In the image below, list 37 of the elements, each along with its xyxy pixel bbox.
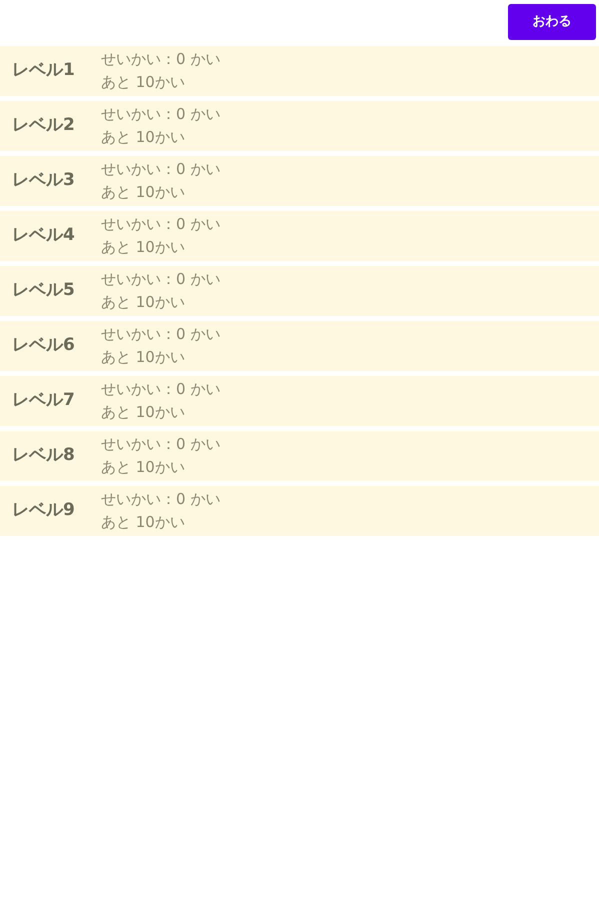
level-name: レベル9	[11, 499, 76, 522]
correct-count: せいかい：0 かい	[101, 104, 220, 125]
remaining-count: あと 10かい	[101, 72, 186, 93]
level-row[interactable]: レベル2 せいかい：0 かい あと 10かい	[0, 101, 599, 151]
level-row[interactable]: レベル1 せいかい：0 かい あと 10かい	[0, 46, 599, 96]
remaining-count: あと 10かい	[101, 512, 186, 533]
correct-count: せいかい：0 かい	[101, 489, 220, 510]
level-row[interactable]: レベル6 せいかい：0 かい あと 10かい	[0, 321, 599, 371]
level-name: レベル2	[11, 114, 76, 138]
level-name: レベル8	[11, 444, 76, 468]
level-name: レベル7	[11, 389, 76, 412]
level-row[interactable]: レベル4 せいかい：0 かい あと 10かい	[0, 211, 599, 261]
correct-count: せいかい：0 かい	[101, 214, 220, 235]
correct-count: せいかい：0 かい	[101, 379, 220, 400]
level-name: レベル5	[11, 279, 76, 302]
correct-count: せいかい：0 かい	[101, 49, 220, 70]
finish-button[interactable]: おわる	[508, 4, 596, 40]
level-name: レベル4	[11, 224, 76, 248]
level-row[interactable]: レベル9 せいかい：0 かい あと 10かい	[0, 486, 599, 536]
remaining-count: あと 10かい	[101, 127, 186, 148]
remaining-count: あと 10かい	[101, 457, 186, 478]
level-row[interactable]: レベル3 せいかい：0 かい あと 10かい	[0, 156, 599, 206]
remaining-count: あと 10かい	[101, 182, 186, 203]
level-row[interactable]: レベル7 せいかい：0 かい あと 10かい	[0, 376, 599, 426]
remaining-count: あと 10かい	[101, 347, 186, 368]
level-row[interactable]: レベル8 せいかい：0 かい あと 10かい	[0, 431, 599, 481]
correct-count: せいかい：0 かい	[101, 159, 220, 180]
level-row[interactable]: レベル5 せいかい：0 かい あと 10かい	[0, 266, 599, 316]
level-name: レベル1	[11, 59, 76, 82]
correct-count: せいかい：0 かい	[101, 324, 220, 345]
correct-count: せいかい：0 かい	[101, 434, 220, 455]
correct-count: せいかい：0 かい	[101, 269, 220, 290]
remaining-count: あと 10かい	[101, 402, 186, 423]
level-name: レベル3	[11, 169, 76, 192]
level-name: レベル6	[11, 334, 76, 358]
remaining-count: あと 10かい	[101, 292, 186, 313]
remaining-count: あと 10かい	[101, 237, 186, 258]
